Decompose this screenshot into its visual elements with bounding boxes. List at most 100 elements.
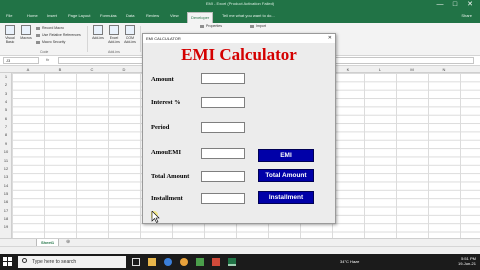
installment-label: Installment	[151, 195, 183, 202]
properties-button[interactable]: Properties	[200, 24, 222, 28]
status-bar	[0, 246, 480, 254]
row-header-2[interactable]: 2	[0, 82, 12, 87]
row-header-3[interactable]: 3	[0, 91, 12, 96]
row-header-9[interactable]: 9	[0, 141, 12, 146]
sheet-tab-bar: Sheet1 ⊕	[0, 238, 480, 247]
column-header-l[interactable]: L	[364, 67, 396, 72]
row-header-16[interactable]: 16	[0, 199, 12, 204]
macros-icon	[21, 25, 31, 35]
tab-developer[interactable]: Developer	[187, 12, 214, 23]
taskbar-search-box[interactable]: Type here to search	[18, 256, 126, 268]
close-button[interactable]: ✕	[466, 1, 474, 9]
column-header-b[interactable]: B	[44, 67, 76, 72]
app-icon[interactable]	[196, 258, 204, 266]
row-header-14[interactable]: 14	[0, 183, 12, 188]
dialog-title-bar[interactable]: EMI CALCULATOR ✕	[143, 34, 335, 43]
emi-calculator-dialog: EMI CALCULATOR ✕ EMI Calculator Amount I…	[142, 33, 336, 224]
macros-label: Macros	[20, 36, 32, 40]
tab-page-layout[interactable]: Page Layout	[68, 13, 90, 18]
tab-formulas[interactable]: Formulas	[100, 13, 117, 18]
row-header-19[interactable]: 19	[0, 224, 12, 229]
total-amount-output[interactable]	[201, 171, 245, 182]
row-header-13[interactable]: 13	[0, 174, 12, 179]
macro-security-button[interactable]: Macro Security	[36, 40, 65, 44]
row-header-11[interactable]: 11	[0, 158, 12, 163]
dialog-close-icon[interactable]: ✕	[328, 35, 332, 41]
column-header-n[interactable]: N	[428, 67, 460, 72]
row-header-7[interactable]: 7	[0, 124, 12, 129]
edge-icon[interactable]	[164, 258, 172, 266]
column-header-a[interactable]: A	[12, 67, 44, 72]
row-header-8[interactable]: 8	[0, 132, 12, 137]
windows-taskbar: Type here to search 34°C Haze 5:51 PM 19…	[0, 254, 480, 270]
weather-widget[interactable]: 34°C Haze	[340, 259, 359, 264]
row-header-15[interactable]: 15	[0, 191, 12, 196]
excel-taskbar-icon[interactable]	[228, 258, 236, 266]
column-header-k[interactable]: K	[332, 67, 364, 72]
record-macro-button[interactable]: Record Macro	[36, 26, 64, 30]
row-header-1[interactable]: 1	[0, 74, 12, 79]
emi-button[interactable]: EMI	[258, 149, 314, 162]
windows-start-icon[interactable]	[3, 257, 13, 267]
minimize-button[interactable]: —	[436, 1, 444, 9]
tab-data[interactable]: Data	[126, 13, 134, 18]
visual-basic-label: Visual Basic	[5, 36, 15, 44]
row-header-4[interactable]: 4	[0, 99, 12, 104]
file-explorer-icon[interactable]	[148, 258, 156, 266]
window-title: EMI - Excel (Product Activation Failed)	[205, 1, 275, 6]
interest-label: Interest %	[151, 99, 181, 106]
window-controls: — □ ✕	[436, 1, 474, 9]
share-button[interactable]: Share	[461, 13, 472, 18]
add-sheet-icon[interactable]: ⊕	[66, 239, 70, 245]
function-icon[interactable]: fx	[46, 57, 49, 62]
amount-input[interactable]	[201, 73, 245, 84]
excel-addins-button[interactable]: Excel Add-ins	[106, 25, 122, 44]
interest-input[interactable]	[201, 97, 245, 108]
ribbon-separator	[87, 26, 88, 52]
properties-label: Properties	[206, 24, 222, 28]
macros-button[interactable]: Macros	[18, 25, 34, 40]
record-macro-label: Record Macro	[42, 26, 64, 30]
row-header-10[interactable]: 10	[0, 149, 12, 154]
amount-emi-output[interactable]	[201, 148, 245, 159]
row-header-12[interactable]: 12	[0, 166, 12, 171]
total-amount-button[interactable]: Total Amount	[258, 169, 314, 182]
excel-title-bar: EMI - Excel (Product Activation Failed) …	[0, 0, 480, 11]
row-header-18[interactable]: 18	[0, 216, 12, 221]
amount-emi-label: AmouEMI	[151, 149, 181, 156]
name-box[interactable]: J3	[3, 57, 39, 64]
row-header-5[interactable]: 5	[0, 107, 12, 112]
column-header-c[interactable]: C	[76, 67, 108, 72]
relative-icon	[36, 33, 40, 37]
search-placeholder: Type here to search	[32, 259, 77, 265]
task-view-icon[interactable]	[132, 258, 140, 266]
column-header-m[interactable]: M	[396, 67, 428, 72]
column-header-d[interactable]: D	[108, 67, 140, 72]
visual-basic-button[interactable]: Visual Basic	[2, 25, 18, 44]
tab-review[interactable]: Review	[146, 13, 159, 18]
period-input[interactable]	[201, 122, 245, 133]
addins-label: Add-ins	[92, 36, 104, 40]
installment-output[interactable]	[201, 193, 245, 204]
period-label: Period	[151, 124, 170, 131]
tab-file[interactable]: File	[6, 13, 12, 18]
installment-button[interactable]: Installment	[258, 191, 314, 204]
tab-home[interactable]: Home	[27, 13, 38, 18]
row-header-17[interactable]: 17	[0, 208, 12, 213]
system-clock[interactable]: 5:51 PM 19-Jun-21	[458, 256, 476, 266]
total-amount-label: Total Amount	[151, 173, 190, 180]
chrome-icon[interactable]	[180, 258, 188, 266]
relative-references-button[interactable]: Use Relative References	[36, 33, 81, 37]
import-button[interactable]: Import	[250, 24, 266, 28]
emi-heading: EMI Calculator	[181, 45, 297, 64]
tab-insert[interactable]: Insert	[47, 13, 57, 18]
tab-view[interactable]: View	[170, 13, 179, 18]
row-header-6[interactable]: 6	[0, 116, 12, 121]
com-addins-button[interactable]: COM Add-ins	[122, 25, 138, 44]
maximize-button[interactable]: □	[451, 1, 459, 9]
excel-addins-icon	[109, 25, 119, 35]
addins-button[interactable]: Add-ins	[90, 25, 106, 40]
addins-group-label: Add-ins	[108, 50, 120, 54]
app-icon[interactable]	[212, 258, 220, 266]
tell-me-search[interactable]: Tell me what you want to do...	[222, 13, 275, 18]
